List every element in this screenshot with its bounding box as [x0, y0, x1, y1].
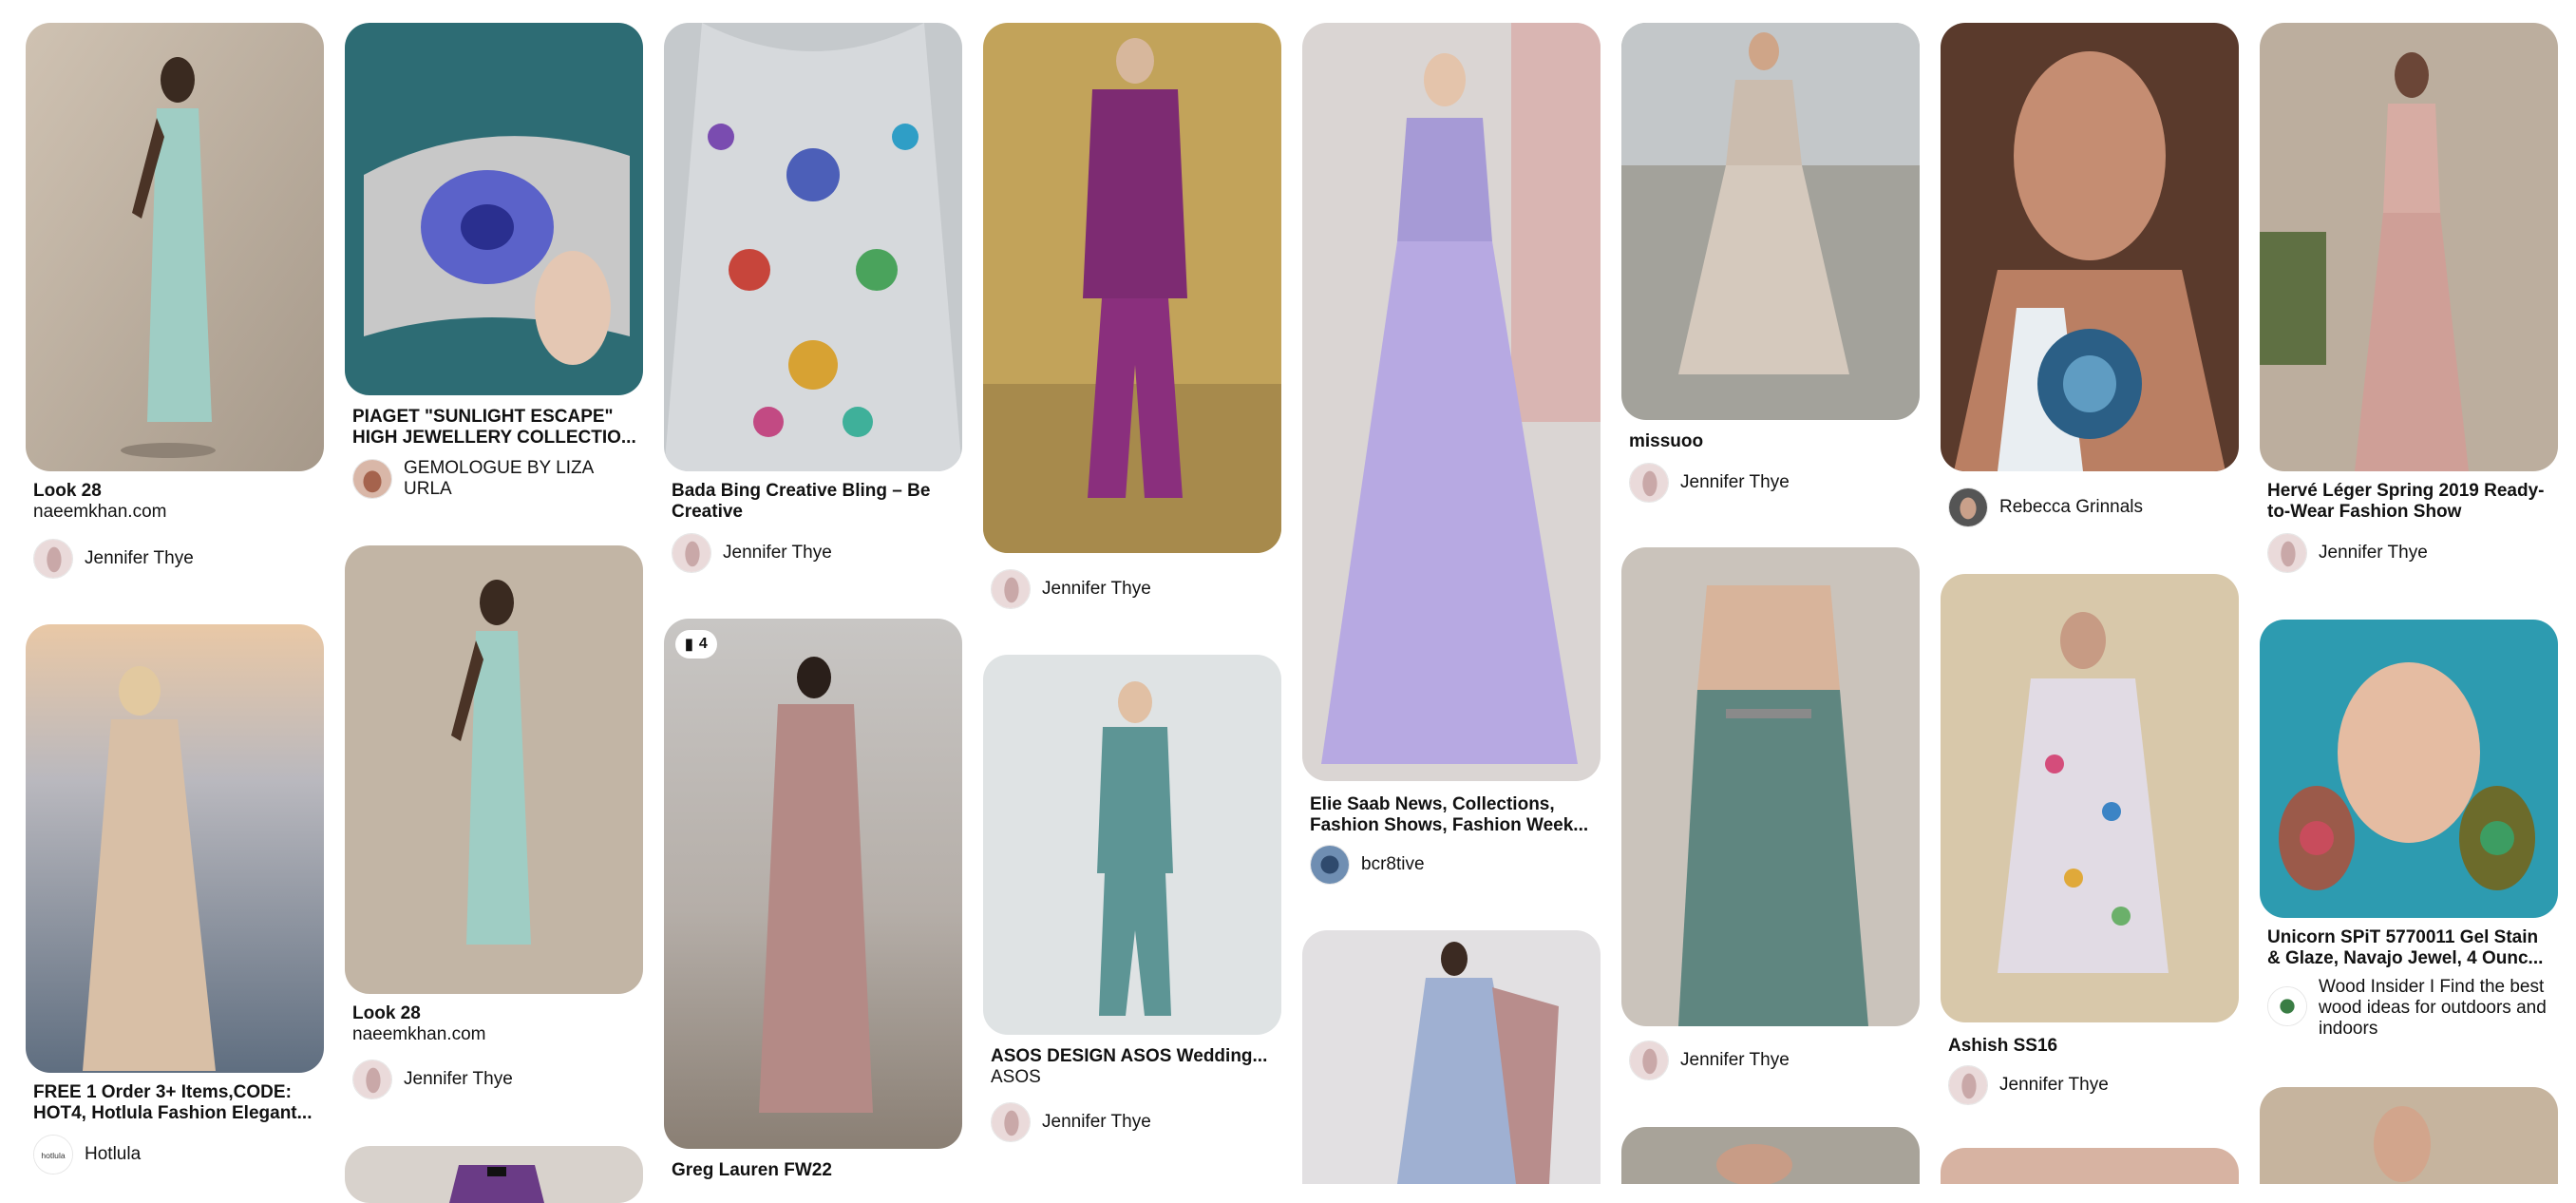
- avatar: [1629, 463, 1669, 503]
- pin-creator[interactable]: Rebecca Grinnals: [1948, 487, 2143, 528]
- pin-creator[interactable]: Jennifer Thye: [352, 1059, 513, 1100]
- pin-image[interactable]: [1941, 23, 2239, 471]
- creator-name: Jennifer Thye: [1999, 1075, 2109, 1095]
- pin-title[interactable]: Greg Lauren FW22: [672, 1160, 957, 1181]
- creator-name: Jennifer Thye: [1042, 1112, 1151, 1132]
- avatar: [991, 569, 1031, 609]
- avatar: [1948, 487, 1988, 527]
- badge-count: 4: [698, 636, 708, 652]
- avatar: [352, 1060, 392, 1099]
- avatar: [1948, 1065, 1988, 1105]
- pin-image[interactable]: [2260, 1087, 2558, 1184]
- creator-name: Jennifer Thye: [2319, 543, 2428, 563]
- pin-creator[interactable]: Jennifer Thye: [672, 532, 832, 574]
- creator-name: Jennifer Thye: [404, 1069, 513, 1089]
- pin-image[interactable]: [1941, 574, 2239, 1022]
- pin-title[interactable]: missuoo: [1629, 431, 1914, 452]
- pin-title[interactable]: Ashish SS16: [1948, 1036, 2233, 1057]
- pin-title[interactable]: Bada Bing Creative Bling – Be Creative: [672, 481, 957, 523]
- pin-creator[interactable]: Jennifer Thye: [1629, 462, 1790, 504]
- images-icon: ▮: [685, 637, 693, 653]
- pin-image[interactable]: [345, 23, 643, 395]
- avatar: [672, 533, 711, 573]
- creator-name: GEMOLOGUE BY LIZA URLA: [404, 458, 594, 499]
- pin-creator[interactable]: GEMOLOGUE BY LIZA URLA: [352, 458, 643, 500]
- pin-subtitle: naeemkhan.com: [33, 502, 167, 522]
- creator-name: Jennifer Thye: [1680, 1050, 1790, 1070]
- avatar: [2267, 986, 2307, 1026]
- pin-image[interactable]: [983, 655, 1281, 1035]
- pin-creator[interactable]: Jennifer Thye: [2267, 532, 2428, 574]
- pin-title[interactable]: Unicorn SPiT 5770011 Gel Stain & Glaze, …: [2267, 927, 2552, 969]
- pin-title[interactable]: FREE 1 Order 3+ Items,CODE: HOT4, Hotlul…: [33, 1082, 318, 1124]
- pin-creator[interactable]: Jennifer Thye: [33, 538, 194, 580]
- svg-text:hotlula: hotlula: [41, 1151, 65, 1160]
- pin-title[interactable]: Look 28: [33, 481, 318, 502]
- creator-name: bcr8tive: [1361, 854, 1425, 874]
- creator-name: Jennifer Thye: [1042, 579, 1151, 599]
- avatar: [991, 1102, 1031, 1142]
- pin-image[interactable]: [1302, 930, 1601, 1184]
- pin-image[interactable]: [345, 1146, 643, 1203]
- pin-image[interactable]: [1621, 547, 1920, 1026]
- pin-subtitle: naeemkhan.com: [352, 1024, 486, 1044]
- pin-creator[interactable]: Jennifer Thye: [1629, 1040, 1790, 1081]
- avatar: hotlula: [33, 1135, 73, 1174]
- avatar: [2267, 533, 2307, 573]
- pin-creator[interactable]: bcr8tive: [1310, 844, 1425, 886]
- pin-image[interactable]: [26, 23, 324, 471]
- pin-image[interactable]: [1621, 23, 1920, 420]
- pin-creator[interactable]: Wood Insider I Find the best wood ideas …: [2267, 977, 2552, 1040]
- avatar: [33, 539, 73, 579]
- avatar: [1310, 845, 1350, 885]
- pin-image[interactable]: [983, 23, 1281, 553]
- pin-image[interactable]: ▮ 4: [664, 619, 962, 1149]
- creator-name: Jennifer Thye: [85, 548, 194, 568]
- creator-name: Jennifer Thye: [723, 543, 832, 563]
- pin-image[interactable]: [2260, 620, 2558, 918]
- pin-image[interactable]: [2260, 23, 2558, 471]
- avatar: [352, 459, 392, 499]
- pin-title[interactable]: Elie Saab News, Collections, Fashion Sho…: [1310, 794, 1595, 836]
- pin-creator[interactable]: Jennifer Thye: [991, 568, 1151, 610]
- creator-name: Rebecca Grinnals: [1999, 497, 2144, 517]
- pin-image[interactable]: [664, 23, 962, 471]
- pin-creator[interactable]: hotlula Hotlula: [33, 1134, 141, 1175]
- pin-title[interactable]: Look 28: [352, 1003, 637, 1024]
- pin-image[interactable]: [1302, 23, 1601, 781]
- pin-title[interactable]: ASOS DESIGN ASOS Wedding...: [991, 1046, 1276, 1067]
- avatar: [1629, 1041, 1669, 1080]
- multi-image-badge: ▮ 4: [675, 630, 717, 659]
- pin-image[interactable]: [345, 545, 643, 994]
- creator-name: Jennifer Thye: [1680, 472, 1790, 492]
- pin-image[interactable]: [1621, 1127, 1920, 1184]
- creator-name: Hotlula: [85, 1144, 142, 1164]
- pin-image[interactable]: [26, 624, 324, 1073]
- pin-creator[interactable]: Jennifer Thye: [991, 1101, 1151, 1143]
- creator-name: Wood Insider I Find the best wood ideas …: [2319, 977, 2547, 1039]
- pin-title[interactable]: PIAGET "SUNLIGHT ESCAPE" HIGH JEWELLERY …: [352, 407, 637, 449]
- pin-title[interactable]: Hervé Léger Spring 2019 Ready-to-Wear Fa…: [2267, 481, 2552, 523]
- pin-image[interactable]: [1941, 1148, 2239, 1184]
- pin-creator[interactable]: Jennifer Thye: [1948, 1064, 2109, 1106]
- pin-subtitle: ASOS: [991, 1067, 1041, 1087]
